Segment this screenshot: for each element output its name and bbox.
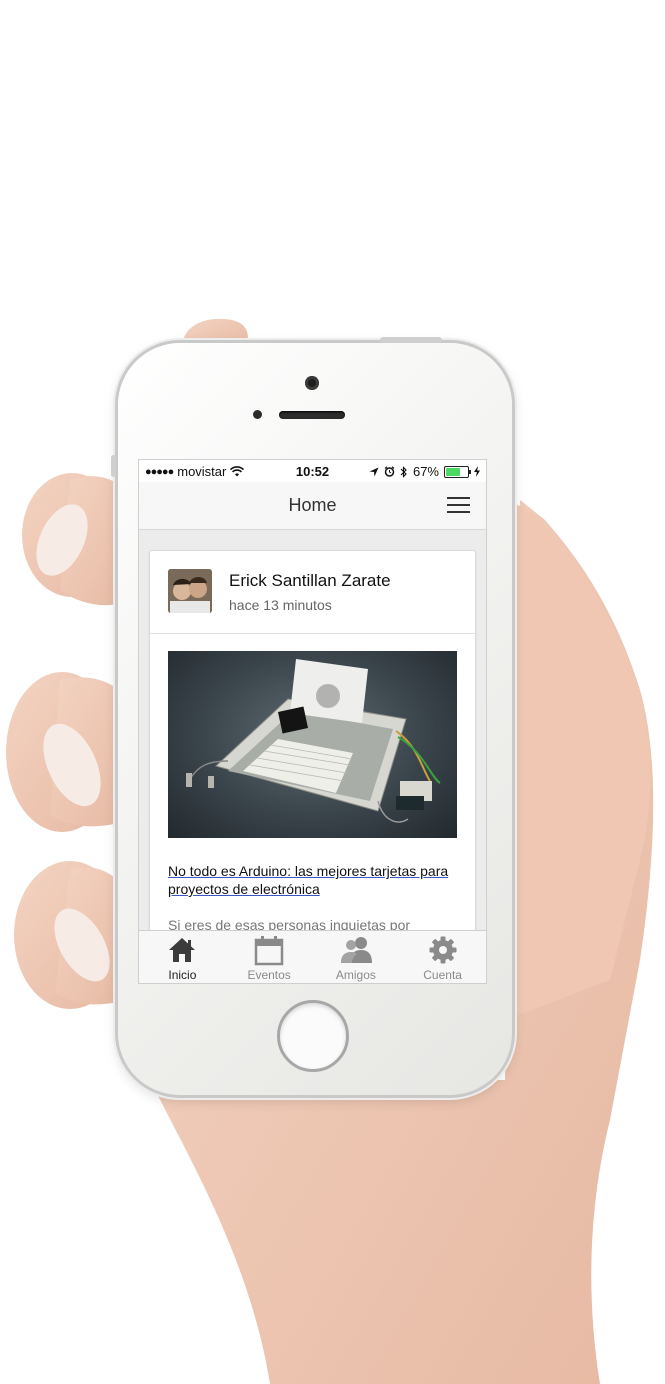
alarm-icon: [384, 466, 395, 477]
front-camera: [305, 376, 319, 390]
avatar[interactable]: [168, 569, 212, 613]
tab-cuenta[interactable]: Cuenta: [399, 931, 486, 983]
home-icon: [169, 938, 196, 962]
earpiece-speaker: [279, 411, 345, 419]
tab-label: Inicio: [168, 968, 197, 982]
article-excerpt: Si eres de esas personas inquietas por: [168, 917, 411, 930]
article-image[interactable]: [168, 651, 457, 838]
tab-label: Cuenta: [423, 968, 462, 982]
hamburger-menu-icon[interactable]: [447, 497, 470, 515]
post-card: Erick Santillan Zarate hace 13 minutos N…: [149, 550, 476, 930]
battery-icon: [444, 465, 471, 478]
location-arrow-icon: [369, 467, 379, 476]
volume-button: [111, 455, 116, 477]
tab-inicio[interactable]: Inicio: [139, 931, 226, 983]
calendar-icon: [254, 936, 284, 966]
bluetooth-icon: [400, 465, 407, 478]
battery-level: [446, 467, 460, 476]
feed[interactable]: Erick Santillan Zarate hace 13 minutos N…: [139, 530, 486, 930]
gear-icon: [429, 936, 457, 964]
tab-label: Eventos: [247, 968, 291, 982]
tab-label: Amigos: [335, 968, 376, 982]
page-title: Home: [288, 495, 337, 515]
proximity-sensor: [253, 410, 262, 419]
post-timestamp: hace 13 minutos: [229, 597, 332, 613]
phone-screen: ●●●●● movistar 10:52 67% Home Erick Sant…: [138, 459, 487, 984]
status-bar: ●●●●● movistar 10:52 67%: [139, 460, 486, 482]
post-header: Erick Santillan Zarate hace 13 minutos: [150, 551, 475, 634]
post-author[interactable]: Erick Santillan Zarate: [229, 571, 391, 591]
article-title-link[interactable]: No todo es Arduino: las mejores tarjetas…: [168, 862, 458, 898]
nav-bar: Home: [139, 482, 486, 530]
home-button[interactable]: [277, 1000, 349, 1072]
tab-eventos[interactable]: Eventos: [226, 931, 313, 983]
friends-icon: [340, 937, 372, 963]
battery-percent: 67%: [412, 464, 439, 479]
charging-bolt-icon: [474, 466, 480, 477]
power-button: [380, 337, 442, 343]
tab-bar: Inicio Eventos Amigos Cuenta: [139, 930, 486, 983]
tab-amigos[interactable]: Amigos: [313, 931, 400, 983]
